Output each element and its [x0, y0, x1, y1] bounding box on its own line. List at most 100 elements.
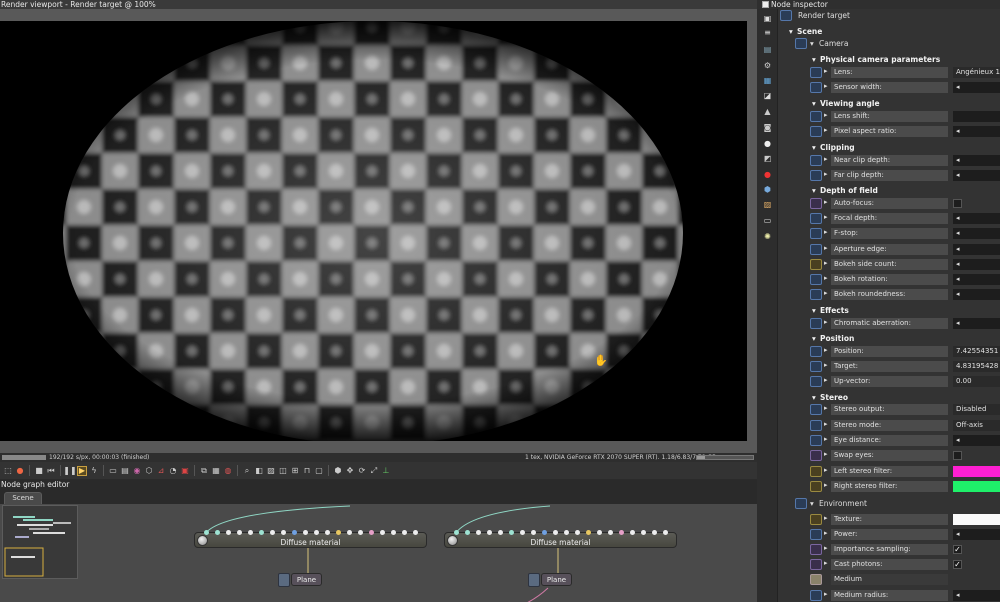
geometry-icon[interactable]: ⬢: [763, 185, 772, 194]
section-viewing[interactable]: ▾ Viewing angle: [778, 97, 1000, 110]
param-right-filter[interactable]: ▸ Right stereo filter:: [778, 480, 1000, 493]
film-region-icon[interactable]: ▤: [120, 466, 130, 476]
param-focal-depth[interactable]: ▸ Focal depth: ◂: [778, 212, 1000, 225]
viewport-icon[interactable]: ▢: [314, 466, 324, 476]
param-bokeh-rot[interactable]: ▸ Bokeh rotation: ◂: [778, 273, 1000, 286]
section-clipping[interactable]: ▾ Clipping: [778, 141, 1000, 154]
lock-icon[interactable]: ⊓: [302, 466, 312, 476]
param-left-filter[interactable]: ▸ Left stereo filter:: [778, 465, 1000, 478]
section-effects[interactable]: ▾ Effects: [778, 304, 1000, 317]
param-medium-radius[interactable]: ▸ Medium radius: ◂: [778, 589, 1000, 602]
render-image[interactable]: ✋: [0, 21, 747, 441]
material-picker-icon[interactable]: ◉: [132, 466, 142, 476]
camera-row[interactable]: ▾ Camera: [778, 37, 1000, 50]
stop-button[interactable]: ■: [34, 466, 44, 476]
param-value[interactable]: 4.83195428: [953, 361, 1000, 372]
param-near-clip[interactable]: ▸ Near clip depth: ◂: [778, 154, 1000, 167]
param-auto-focus[interactable]: ▸ Auto-focus:: [778, 197, 1000, 210]
param-far-clip[interactable]: ▸ Far clip depth: ◂: [778, 169, 1000, 182]
white-balance-icon[interactable]: ▣: [180, 466, 190, 476]
param-slider[interactable]: ◂: [953, 318, 1000, 329]
save-image-icon[interactable]: ▦: [211, 466, 221, 476]
param-bokeh-side[interactable]: ▸ Bokeh side count: ◂: [778, 258, 1000, 271]
param-slider[interactable]: ◂: [953, 529, 1000, 540]
param-value[interactable]: Disabled: [953, 404, 1000, 415]
param-aperture-edge[interactable]: ▸ Aperture edge: ◂: [778, 243, 1000, 256]
layers-icon[interactable]: ◧: [254, 466, 264, 476]
image-layers-icon[interactable]: ▨: [266, 466, 276, 476]
render-target-row[interactable]: Render target: [778, 9, 1000, 22]
magnify-icon[interactable]: ⌕: [242, 466, 252, 476]
flash-button[interactable]: ϟ: [89, 466, 99, 476]
color-swatch[interactable]: [953, 514, 1000, 525]
grid-icon[interactable]: ⊞: [290, 466, 300, 476]
param-slider[interactable]: ◂: [953, 170, 1000, 181]
param-position[interactable]: ▸ Position: 7.42554351: [778, 345, 1000, 358]
aov-icon[interactable]: ◫: [278, 466, 288, 476]
tab-scene[interactable]: Scene: [4, 492, 42, 504]
post-process-icon[interactable]: ◩: [763, 154, 772, 163]
param-checkbox[interactable]: [953, 451, 962, 460]
param-field[interactable]: [953, 111, 1000, 122]
restart-button[interactable]: ⏮: [46, 466, 56, 476]
axis-icon[interactable]: ⊥: [381, 466, 391, 476]
diffuse-material-node[interactable]: Diffuse material: [194, 530, 427, 548]
pause-button[interactable]: ❚❚: [63, 466, 76, 476]
cube-gizmo-icon[interactable]: ⬢: [333, 466, 343, 476]
scale-gizmo-icon[interactable]: ⤢: [369, 466, 379, 476]
camera-icon[interactable]: ▲: [763, 107, 772, 116]
param-slider[interactable]: ◂: [953, 155, 1000, 166]
param-value[interactable]: Angénieux 10: [953, 67, 1000, 78]
param-swap-eyes[interactable]: ▸ Swap eyes:: [778, 449, 1000, 462]
param-bokeh-round[interactable]: ▸ Bokeh roundedness: ◂: [778, 288, 1000, 301]
param-sensor-width[interactable]: ▸ Sensor width: ◂: [778, 81, 1000, 94]
light-icon[interactable]: ✺: [763, 232, 772, 241]
start-button[interactable]: ▶: [77, 465, 87, 476]
node-graph-minimap[interactable]: [2, 505, 78, 579]
move-gizmo-icon[interactable]: ✥: [345, 466, 355, 476]
param-slider[interactable]: ◂: [953, 435, 1000, 446]
texture-icon[interactable]: ▨: [763, 200, 772, 209]
kernel-icon[interactable]: ◪: [763, 91, 772, 100]
param-slider[interactable]: ◂: [953, 289, 1000, 300]
param-power[interactable]: ▸ Power: ◂: [778, 528, 1000, 541]
color-swatch[interactable]: [953, 481, 1000, 492]
param-slider[interactable]: ◂: [953, 259, 1000, 270]
node-graph-canvas[interactable]: [0, 504, 757, 602]
camera-picker-icon[interactable]: ⊿: [156, 466, 166, 476]
param-cast-photons[interactable]: ▸ Cast photons: ✓: [778, 558, 1000, 571]
param-checkbox[interactable]: ✓: [953, 560, 962, 569]
param-checkbox[interactable]: [953, 199, 962, 208]
param-slider[interactable]: ◂: [953, 126, 1000, 137]
render-target-icon[interactable]: ▤: [763, 45, 772, 54]
param-fstop[interactable]: ▸ F-stop: ◂: [778, 227, 1000, 240]
param-slider[interactable]: ◂: [953, 590, 1000, 601]
param-lens[interactable]: ▸ Lens: Angénieux 10: [778, 66, 1000, 79]
film-icon[interactable]: ▦: [763, 76, 772, 85]
color-picker-icon[interactable]: ●: [15, 466, 25, 476]
environment-row[interactable]: ▾ Environment: [778, 497, 1000, 510]
plane-node[interactable]: Plane: [278, 573, 322, 587]
param-slider[interactable]: ◂: [953, 244, 1000, 255]
param-slider[interactable]: ◂: [953, 228, 1000, 239]
rotate-gizmo-icon[interactable]: ⟳: [357, 466, 367, 476]
section-physical[interactable]: ▾ Physical camera parameters: [778, 53, 1000, 66]
color-swatch[interactable]: [953, 466, 1000, 477]
region-icon[interactable]: ▭: [108, 466, 118, 476]
param-importance[interactable]: ▸ Importance sampling: ✓: [778, 543, 1000, 556]
param-slider[interactable]: ◂: [953, 82, 1000, 93]
focus-picker-icon[interactable]: ◔: [168, 466, 178, 476]
image-icon[interactable]: ▭: [763, 216, 772, 225]
list-icon[interactable]: ≡: [763, 28, 772, 37]
diffuse-material-node[interactable]: Diffuse material: [444, 530, 677, 548]
param-value[interactable]: 0.00: [953, 376, 1000, 387]
section-dof[interactable]: ▾ Depth of field: [778, 184, 1000, 197]
param-chromatic[interactable]: ▸ Chromatic aberration: ◂: [778, 317, 1000, 330]
param-up-vector[interactable]: ▸ Up-vector: 0.00: [778, 375, 1000, 388]
section-position[interactable]: ▾ Position: [778, 332, 1000, 345]
param-checkbox[interactable]: ✓: [953, 545, 962, 554]
medium-row[interactable]: Medium: [778, 573, 1000, 586]
param-value[interactable]: Off-axis: [953, 420, 1000, 431]
recenter-icon[interactable]: ◍: [223, 466, 233, 476]
plane-node[interactable]: Plane: [528, 573, 572, 587]
